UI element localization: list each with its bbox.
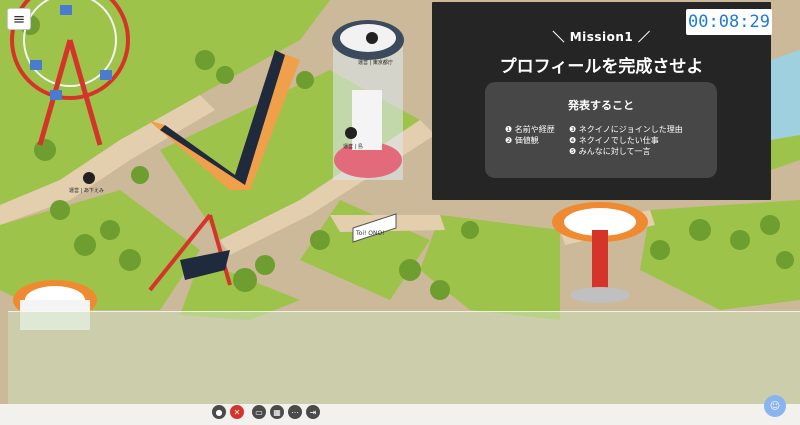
participant-grid[interactable] (8, 311, 800, 406)
bottom-toolbar (0, 404, 800, 425)
more-icon[interactable]: ⋯ (288, 405, 302, 419)
hamburger-menu-icon: ≡ (12, 10, 26, 28)
tower (332, 20, 404, 180)
svg-text:運営 | 東京都庁: 運営 | 東京都庁 (358, 59, 393, 66)
presentation-item: ❹ ネクイノでしたい仕事 (569, 136, 659, 145)
map-icon[interactable]: ▦ (270, 405, 284, 419)
presentation-box: 発表すること ❶ 名前や経歴 ❷ 価値観 ❸ ネクイノにジョインした理由 ❹ ネ… (485, 82, 717, 178)
countdown-timer: 00:08:29 (686, 9, 772, 35)
presentation-item: ❶ 名前や経歴 (505, 125, 555, 134)
svg-text:Toi! ONO!: Toi! ONO! (355, 230, 385, 237)
screen-share-icon[interactable]: ▭ (252, 405, 266, 419)
svg-text:運営 | 島: 運営 | 島 (343, 143, 363, 150)
presentation-item: ❺ みんなに対して一言 (569, 147, 651, 156)
speech-bubble-icon[interactable]: ● (212, 405, 226, 419)
svg-text:運営 | あ下えみ: 運営 | あ下えみ (69, 187, 104, 194)
exit-icon[interactable]: ⇥ (306, 405, 320, 419)
mission-title: プロフィールを完成させよ (499, 57, 704, 77)
presentation-item: ❷ 価値観 (505, 136, 539, 145)
presentation-item: ❸ ネクイノにジョインした理由 (569, 125, 683, 134)
chat-bubble-icon[interactable]: ☺ (764, 395, 786, 417)
presentation-title: 発表すること (568, 99, 634, 112)
presentation-items-right: ❸ ネクイノにジョインした理由 ❹ ネクイノでしたい仕事 ❺ みんなに対して一言 (569, 124, 683, 157)
mic-off-icon[interactable]: ✕ (230, 405, 244, 419)
presentation-items-left: ❶ 名前や経歴 ❷ 価値観 (505, 124, 555, 146)
menu-button[interactable]: ≡ (7, 8, 31, 30)
